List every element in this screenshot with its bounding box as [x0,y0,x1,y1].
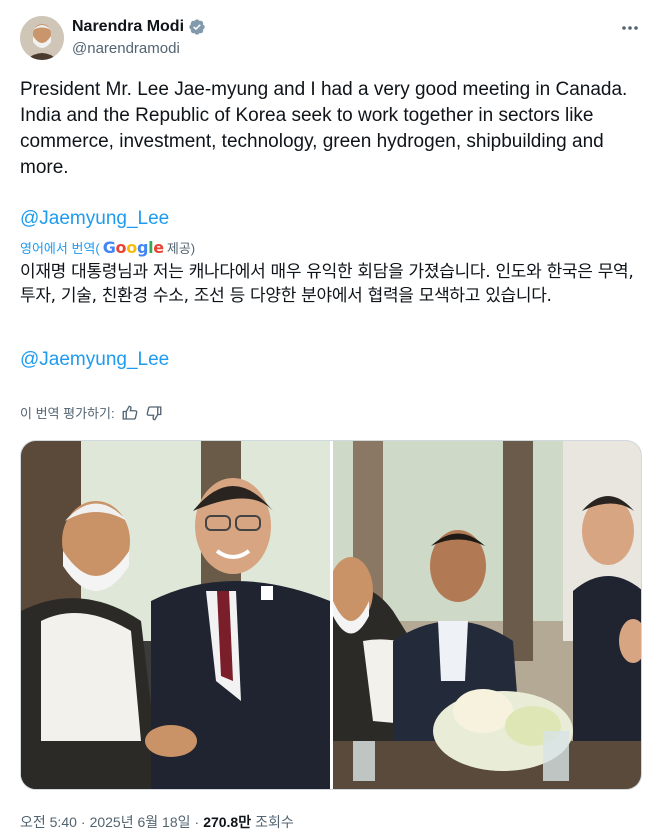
translation-attribution: 영어에서 번역( Google 제공) [20,238,195,257]
translated-from-link[interactable]: 영어에서 번역( [20,238,100,257]
view-count: 270.8만 [203,814,252,830]
google-logo: Google [102,238,164,257]
rate-label: 이 번역 평가하기: [20,406,115,421]
timestamp-date[interactable]: 2025년 6월 18일 [90,812,191,832]
verified-badge-icon [188,18,206,36]
media-grid [20,440,642,790]
translated-text: 이재명 대통령님과 저는 캐나다에서 매우 유익한 회담을 가졌습니다. 인도와… [20,262,634,306]
more-options-icon[interactable] [619,18,641,38]
avatar[interactable] [20,16,64,60]
tweet-meta: 오전 5:40 · 2025년 6월 18일 · 270.8만 조회수 [20,812,294,832]
rate-translation: 이 번역 평가하기: [20,403,163,422]
separator: · [80,814,86,830]
translated-mention-link[interactable]: @Jaemyung_Lee [20,349,169,371]
thumbs-up-icon[interactable] [121,404,139,422]
timestamp-time[interactable]: 오전 5:40 [20,812,77,832]
handle[interactable]: @narendramodi [72,39,206,59]
separator: · [194,814,200,830]
tweet-text: President Mr. Lee Jae-myung and I had a … [20,79,633,178]
display-name[interactable]: Narendra Modi [72,17,206,37]
provided-label: 제공) [166,241,196,256]
mention-link[interactable]: @Jaemyung_Lee [20,208,169,230]
tweet-header: Narendra Modi @narendramodi [20,16,645,64]
author-names: Narendra Modi @narendramodi [72,17,206,59]
photo-meeting[interactable] [329,441,641,789]
views-label: 조회수 [255,814,294,830]
thumbs-down-icon[interactable] [145,404,163,422]
photo-handshake[interactable] [21,441,330,789]
